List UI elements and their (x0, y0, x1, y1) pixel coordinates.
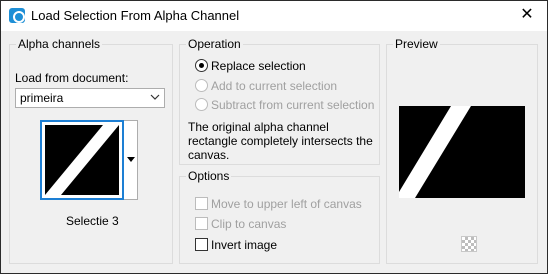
clip-to-canvas-label: Clip to canvas (211, 217, 287, 231)
alpha-channels-group-label: Alpha channels (16, 37, 103, 51)
invert-image-checkbox[interactable] (195, 238, 208, 251)
channel-picker-arrow[interactable] (124, 120, 138, 200)
operation-group-label: Operation (186, 37, 243, 51)
title-bar: Load Selection From Alpha Channel ✕ (1, 1, 547, 31)
chevron-down-icon (150, 94, 160, 100)
preview-image (399, 106, 525, 198)
move-to-upper-left-label: Move to upper left of canvas (211, 197, 362, 211)
document-dropdown-value: primeira (20, 91, 64, 105)
clip-to-canvas-checkbox[interactable] (195, 217, 208, 230)
window-title: Load Selection From Alpha Channel (31, 8, 240, 23)
subtract-from-selection-label: Subtract from current selection (211, 98, 375, 112)
operation-description: The original alpha channel rectangle com… (188, 120, 373, 162)
document-dropdown[interactable]: primeira (15, 88, 165, 108)
subtract-from-selection-radio[interactable] (195, 98, 208, 111)
channel-thumbnail-image (45, 125, 119, 195)
options-group-label: Options (186, 169, 232, 183)
app-icon (9, 8, 25, 23)
add-to-selection-label: Add to current selection (211, 79, 338, 93)
replace-selection-radio[interactable] (195, 59, 208, 72)
preview-group-label: Preview (393, 37, 440, 51)
close-button[interactable]: ✕ (517, 5, 537, 25)
add-to-selection-radio[interactable] (195, 79, 208, 92)
selected-channel-name: Selectie 3 (66, 214, 119, 228)
move-to-upper-left-checkbox[interactable] (195, 197, 208, 210)
load-from-document-label: Load from document: (15, 71, 129, 85)
invert-image-label: Invert image (211, 238, 278, 252)
checkerboard-icon[interactable] (461, 236, 477, 252)
replace-selection-label: Replace selection (211, 59, 306, 73)
channel-thumbnail[interactable] (40, 120, 124, 200)
